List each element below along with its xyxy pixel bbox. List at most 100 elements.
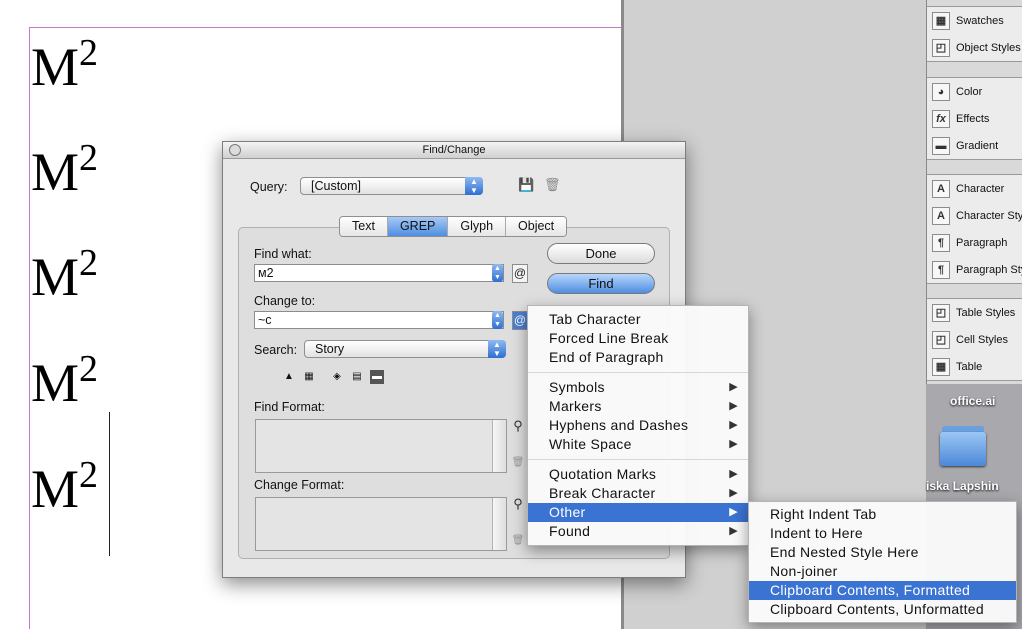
panel-item-label: Object Styles [956,41,1021,54]
table-styles-icon: ◰ [932,303,950,322]
menu-item-clipboard-contents-formatted[interactable]: Clipboard Contents, Formatted [749,581,1016,600]
dialog-title: Find/Change [422,144,486,156]
panel-item-label: Character [956,182,1005,195]
submenu-arrow-icon: ▶ [729,487,738,499]
gradient-icon: ▬ [932,136,950,155]
object-styles-icon: ◰ [932,38,950,57]
find-format-settings-icon[interactable]: ⚲ [511,419,525,433]
text-line-4[interactable]: M2 [31,350,98,410]
find-button[interactable]: Find [547,273,655,294]
query-label: Query: [250,180,288,194]
change-format-settings-icon[interactable]: ⚲ [511,497,525,511]
tab-object[interactable]: Object [506,217,567,236]
text-insertion-cursor [109,412,110,556]
submenu-arrow-icon: ▶ [729,438,738,450]
cell-styles-icon: ◰ [932,330,950,349]
change-special-characters-button[interactable]: @ [512,311,528,330]
include-hidden-layers-icon[interactable]: ◈ [330,370,344,384]
find-format-scrollbar[interactable] [492,420,506,472]
panel-item-color[interactable]: ◕ Color [927,78,1022,105]
menu-item-forced-line-break[interactable]: Forced Line Break [528,329,748,348]
menu-item-symbols[interactable]: Symbols ▶ [528,378,748,397]
find-what-history-icon[interactable]: ▲ ▼ [492,264,503,282]
folder-icon[interactable] [940,426,986,466]
menu-item-tab-character[interactable]: Tab Character [528,310,748,329]
text-line-3[interactable]: M2 [31,244,98,304]
include-footnotes-icon[interactable]: ▬ [370,370,384,384]
panel-item-label: Table [956,360,983,373]
effects-icon: fx [932,109,950,128]
panel-item-label: Swatches [956,14,1004,27]
done-button[interactable]: Done [547,243,655,264]
include-locked-layers-icon[interactable]: ▲ [282,370,296,384]
change-format-scrollbar[interactable] [492,498,506,550]
panel-item-label: Gradient [956,139,999,152]
menu-item-end-nested-style-here[interactable]: End Nested Style Here [749,543,1016,562]
include-master-pages-icon[interactable]: ▤ [350,370,364,384]
find-format-box[interactable] [255,419,507,473]
submenu-arrow-icon: ▶ [729,506,738,518]
search-scope-select[interactable]: Story ▲ ▼ [304,340,506,358]
menu-item-end-of-paragraph[interactable]: End of Paragraph [528,348,748,367]
menu-item-white-space[interactable]: White Space ▶ [528,435,748,454]
panel-item-effects[interactable]: fx Effects [927,105,1022,132]
change-format-box[interactable] [255,497,507,551]
menu-item-indent-to-here[interactable]: Indent to Here [749,524,1016,543]
tab-glyph[interactable]: Glyph [448,217,507,236]
query-select[interactable]: [Custom] ▲ ▼ [300,177,483,195]
panel-item-paragraph[interactable]: ¶ Paragraph [927,229,1022,256]
menu-item-other[interactable]: Other ▶ [528,503,748,522]
submenu-arrow-icon: ▶ [729,419,738,431]
dialog-titlebar[interactable]: Find/Change [223,142,685,159]
panel-item-table[interactable]: ▦ Table [927,353,1022,380]
menu-item-found[interactable]: Found ▶ [528,522,748,541]
menu-item-clipboard-contents-unformatted[interactable]: Clipboard Contents, Unformatted [749,600,1016,619]
panel-item-character-styles[interactable]: A Character Sty [927,202,1022,229]
menu-item-markers[interactable]: Markers ▶ [528,397,748,416]
find-special-characters-button[interactable]: @ [512,264,528,283]
submenu-arrow-icon: ▶ [729,468,738,480]
panel-item-table-styles[interactable]: ◰ Table Styles [927,299,1022,326]
panel-item-object-styles[interactable]: ◰ Object Styles [927,34,1022,61]
panel-item-label: Cell Styles [956,333,1008,346]
trash-icon[interactable]: 🗑 [544,178,561,192]
panel-item-paragraph-styles[interactable]: ¶ Paragraph Sty [927,256,1022,283]
tab-grep[interactable]: GREP [387,217,449,236]
panel-item-gradient[interactable]: ▬ Gradient [927,132,1022,159]
panel-item-character[interactable]: A Character [927,175,1022,202]
text-line-5[interactable]: M2 [31,456,98,516]
panel-item-cell-styles[interactable]: ◰ Cell Styles [927,326,1022,353]
menu-item-non-joiner[interactable]: Non-joiner [749,562,1016,581]
text-line-1[interactable]: M2 [31,34,98,94]
margin-guide-left [29,27,30,629]
find-format-clear-icon[interactable]: 🗑 [511,456,525,470]
menu-separator [528,459,748,460]
menu-item-right-indent-tab[interactable]: Right Indent Tab [749,505,1016,524]
swatches-icon: ▦ [932,11,950,30]
find-format-label: Find Format: [254,400,325,414]
menu-item-break-character[interactable]: Break Character ▶ [528,484,748,503]
change-format-clear-icon[interactable]: 🗑 [511,534,525,548]
character-styles-icon: A [932,206,950,225]
desktop-item-label-folder[interactable]: iska Lapshin [926,479,999,493]
special-characters-menu: Tab Character Forced Line Break End of P… [527,305,749,546]
change-to-input[interactable]: ~c [254,311,504,329]
include-locked-stories-icon[interactable]: ▦ [302,370,316,384]
desktop-item-label-office[interactable]: office.ai [950,394,995,408]
menu-item-quotation-marks[interactable]: Quotation Marks ▶ [528,465,748,484]
find-what-input[interactable]: м2 [254,264,504,282]
find-what-label: Find what: [254,247,312,261]
panel-item-label: Paragraph Sty [956,263,1022,276]
submenu-arrow-icon: ▶ [729,525,738,537]
tab-text[interactable]: Text [340,217,388,236]
paragraph-icon: ¶ [932,233,950,252]
menu-item-hyphens-and-dashes[interactable]: Hyphens and Dashes ▶ [528,416,748,435]
save-query-icon[interactable]: 💾 [518,178,534,192]
panel-item-label: Table Styles [956,306,1016,319]
text-line-2[interactable]: M2 [31,139,98,199]
panel-item-swatches[interactable]: ▦ Swatches [927,7,1022,34]
change-to-history-icon[interactable]: ▲ ▼ [492,311,503,329]
panel-group-table: ◰ Table Styles ◰ Cell Styles ▦ Table [927,298,1022,381]
menu-separator [528,372,748,373]
close-icon[interactable] [229,144,241,156]
